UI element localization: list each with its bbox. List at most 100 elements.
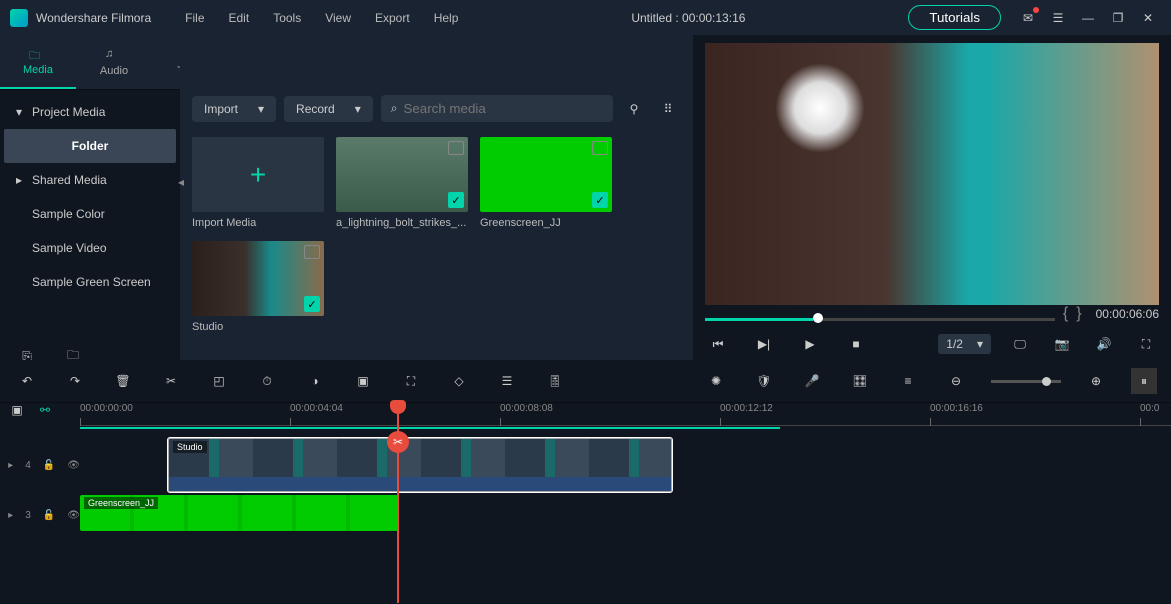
music-icon: ♫	[105, 48, 123, 62]
project-title: Untitled : 00:00:13:16	[631, 11, 745, 25]
app-logo: Wondershare Filmora	[10, 9, 151, 27]
video-track-icon: ▸	[8, 458, 13, 472]
color-icon[interactable]: ◑	[302, 368, 328, 394]
check-icon: ✓	[592, 192, 608, 208]
search-media-box[interactable]: ⌕	[381, 95, 613, 122]
collapse-sidebar-icon[interactable]: ◂	[178, 175, 184, 189]
stop-icon[interactable]: ■	[843, 331, 869, 357]
media-import-tile[interactable]: + Import Media	[192, 137, 324, 229]
video-badge-icon	[448, 141, 464, 155]
keyframe-icon[interactable]: ◇	[446, 368, 472, 394]
step-back-icon[interactable]: ▶|	[751, 331, 777, 357]
preview-video	[705, 43, 1159, 305]
menu-help[interactable]: Help	[424, 7, 469, 29]
zoom-in-icon[interactable]: ⊕	[1083, 368, 1109, 394]
screenshot-icon[interactable]: ▣	[350, 368, 376, 394]
lock-icon[interactable]: 🔓	[43, 508, 55, 522]
volume-icon[interactable]: 🔊	[1091, 331, 1117, 357]
tab-media[interactable]: 🗀Media	[0, 35, 76, 89]
list-icon[interactable]: ☰	[1045, 5, 1071, 31]
mark-out-icon[interactable]: }	[1076, 305, 1081, 323]
chevron-down-icon: ▾	[258, 102, 264, 116]
fit-timeline-icon[interactable]: ⏸	[1131, 368, 1157, 394]
link-icon[interactable]: ⚯	[38, 403, 52, 417]
menu-tools[interactable]: Tools	[263, 7, 311, 29]
crop-icon[interactable]: ◰	[206, 368, 232, 394]
zoom-ratio-select[interactable]: 1/2▾	[938, 334, 991, 354]
voiceover-icon[interactable]: 🎤	[799, 368, 825, 394]
eye-icon[interactable]: 👁	[67, 458, 80, 472]
plus-icon: +	[250, 159, 266, 191]
window-close-icon[interactable]: ✕	[1135, 5, 1161, 31]
check-icon: ✓	[448, 192, 464, 208]
preview-scrubber[interactable]	[705, 316, 1055, 322]
mark-in-icon[interactable]: {	[1063, 305, 1068, 323]
filter-icon[interactable]: ⚲	[621, 96, 647, 122]
tab-audio[interactable]: ♫Audio	[76, 35, 152, 89]
caret-down-icon: ▾	[14, 105, 24, 119]
sidebar-sample-greenscreen[interactable]: Sample Green Screen	[0, 265, 180, 299]
sidebar-folder[interactable]: Folder	[4, 129, 176, 163]
video-track-icon: ▸	[8, 508, 13, 522]
preview-timecode: 00:00:06:06	[1096, 307, 1159, 321]
search-icon: ⌕	[391, 101, 398, 116]
lock-icon[interactable]: 🔓	[43, 458, 55, 472]
sidebar-sample-video[interactable]: Sample Video	[0, 231, 180, 265]
marker-icon[interactable]: 🛡	[751, 368, 777, 394]
logo-icon	[10, 9, 28, 27]
play-icon[interactable]: ▶	[797, 331, 823, 357]
speed-icon[interactable]: ⏱	[254, 368, 280, 394]
menu-edit[interactable]: Edit	[219, 7, 260, 29]
timeline-ruler[interactable]: 00:00:00:00 00:00:04:04 00:00:08:08 00:0…	[80, 403, 1171, 433]
chevron-down-icon: ▾	[355, 102, 361, 116]
sidebar-project-media[interactable]: ▾Project Media	[0, 95, 180, 129]
fullscreen-icon[interactable]: ⛶	[1133, 331, 1159, 357]
timeline-clip-studio[interactable]: Studio	[168, 438, 672, 492]
undo-icon[interactable]: ↶	[14, 368, 40, 394]
check-icon: ✓	[304, 296, 320, 312]
split-icon[interactable]: ✂	[158, 368, 184, 394]
zoom-out-icon[interactable]: ⊖	[943, 368, 969, 394]
detach-icon[interactable]: ⛶	[398, 368, 424, 394]
tutorials-button[interactable]: Tutorials	[908, 5, 1001, 30]
prev-frame-icon[interactable]: ⏮	[705, 331, 731, 357]
caret-right-icon: ▸	[14, 173, 24, 187]
mixer-icon[interactable]: 🎛	[847, 368, 873, 394]
delete-icon[interactable]: 🗑	[110, 368, 136, 394]
media-item[interactable]: ✓ Studio	[192, 241, 324, 333]
sidebar-sample-color[interactable]: Sample Color	[0, 197, 180, 231]
menu-view[interactable]: View	[315, 7, 361, 29]
redo-icon[interactable]: ↷	[62, 368, 88, 394]
zoom-slider[interactable]	[991, 380, 1061, 383]
timeline-clip-greenscreen[interactable]: Greenscreen_JJ	[80, 495, 398, 531]
settings-icon[interactable]: ☰	[494, 368, 520, 394]
sidebar-shared-media[interactable]: ▸Shared Media	[0, 163, 180, 197]
playhead[interactable]: ✂	[397, 403, 399, 603]
media-item[interactable]: ✓ Greenscreen_JJ	[480, 137, 612, 229]
search-input[interactable]	[404, 101, 604, 116]
track-head-overlay[interactable]: ▸ 3 🔓 👁	[0, 508, 80, 522]
snapshot-icon[interactable]: 📷	[1049, 331, 1075, 357]
menu-export[interactable]: Export	[365, 7, 420, 29]
menu-file[interactable]: File	[175, 7, 214, 29]
chevron-down-icon: ▾	[977, 337, 983, 351]
grid-view-icon[interactable]: ⠿	[655, 96, 681, 122]
media-item[interactable]: ✓ a_lightning_bolt_strikes_...	[336, 137, 468, 229]
mail-icon[interactable]: ✉	[1015, 5, 1041, 31]
folder-icon: 🗀	[29, 47, 47, 61]
video-badge-icon	[592, 141, 608, 155]
scissors-icon[interactable]: ✂	[387, 431, 409, 453]
render-icon[interactable]: ✺	[703, 368, 729, 394]
eye-icon[interactable]: 👁	[67, 508, 80, 522]
app-name: Wondershare Filmora	[36, 11, 151, 25]
track-header1-icon[interactable]: ▣	[10, 403, 24, 417]
track-head-video[interactable]: ▸ 4 🔓 👁	[0, 458, 80, 472]
display-icon[interactable]: 🖵	[1007, 331, 1033, 357]
track-manage-icon[interactable]: ≡	[895, 368, 921, 394]
window-maximize-icon[interactable]: ❐	[1105, 5, 1131, 31]
record-dropdown[interactable]: Record▾	[284, 96, 373, 122]
audio-adjust-icon[interactable]: 🎚	[542, 368, 568, 394]
video-badge-icon	[304, 245, 320, 259]
import-dropdown[interactable]: Import▾	[192, 96, 276, 122]
window-minimize-icon[interactable]: —	[1075, 5, 1101, 31]
